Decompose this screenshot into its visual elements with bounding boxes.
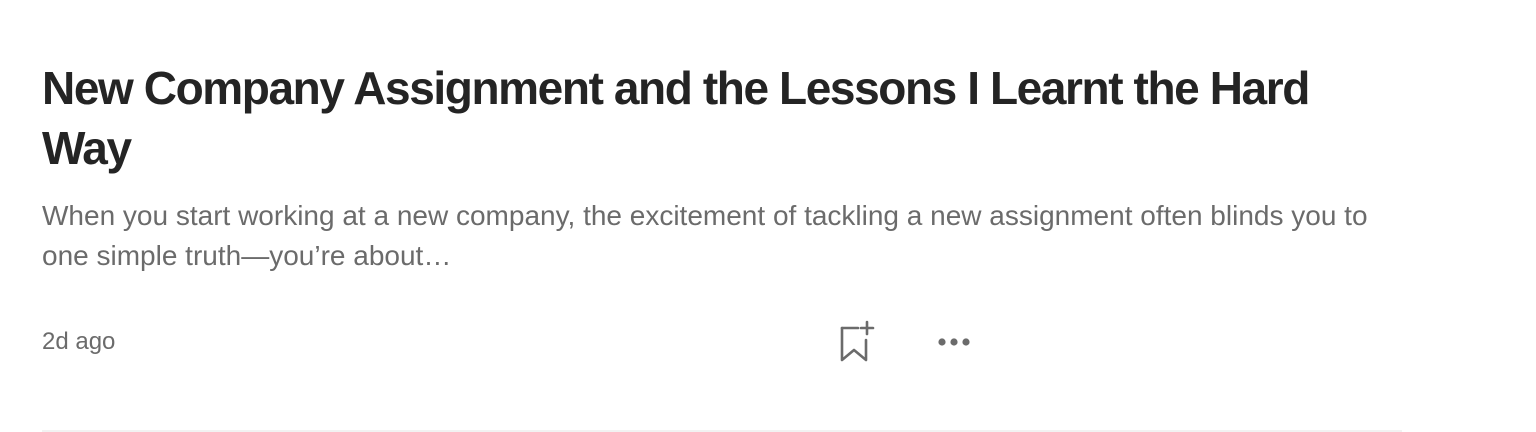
bookmark-add-icon (840, 320, 875, 362)
more-options-button[interactable] (930, 318, 978, 366)
article-card[interactable]: New Company Assignment and the Lessons I… (0, 0, 1536, 432)
save-button[interactable] (834, 318, 882, 366)
publish-date: 2d ago (42, 328, 116, 355)
article-subtitle[interactable]: When you start working at a new company,… (42, 196, 1382, 276)
article-title[interactable]: New Company Assignment and the Lessons I… (42, 58, 1382, 178)
more-horizontal-icon (938, 338, 970, 346)
